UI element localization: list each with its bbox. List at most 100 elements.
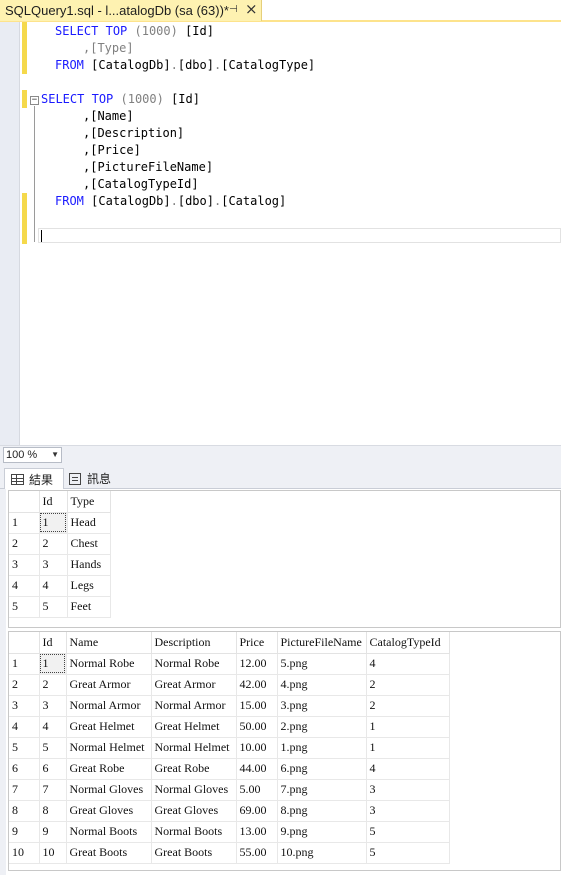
table-row[interactable]: 8 8 Great Gloves Great Gloves 69.00 8.png 3 [9, 800, 450, 822]
grid-cell[interactable]: 12.00 [236, 653, 278, 675]
grid-cell[interactable]: Normal Robe [66, 653, 152, 675]
result-grid-catalog[interactable]: Id Name Description Price PictureFileNam… [8, 631, 561, 871]
row-number[interactable]: 5 [9, 737, 40, 759]
grid-cell[interactable]: Normal Helmet [151, 737, 237, 759]
table-row[interactable]: 10 10 Great Boots Great Boots 55.00 10.png 5 [9, 842, 450, 864]
column-header-price[interactable]: Price [236, 632, 278, 654]
row-number[interactable]: 5 [9, 596, 40, 618]
grid-cell[interactable]: 69.00 [236, 800, 278, 822]
grid-cell[interactable]: 1.png [277, 737, 367, 759]
grid-cell[interactable]: Great Armor [66, 674, 152, 696]
grid-cell[interactable]: Legs [67, 575, 111, 597]
grid-cell[interactable]: 7 [39, 779, 67, 801]
grid-cell[interactable]: 5 [39, 596, 68, 618]
table-row[interactable]: 2 2 Chest [9, 533, 111, 555]
grid-cell[interactable]: 3 [366, 800, 450, 822]
grid-cell[interactable]: 1 [366, 716, 450, 738]
column-header-id[interactable]: Id [39, 491, 68, 513]
grid-cell[interactable]: Great Robe [66, 758, 152, 780]
table-row[interactable]: 3 3 Hands [9, 554, 111, 576]
grid-cell[interactable]: 8.png [277, 800, 367, 822]
grid-cell[interactable]: 4 [39, 575, 68, 597]
result-grid-catalog-type[interactable]: Id Type 1 1 Head 2 2 Chest 3 3 Hands 4 4 Legs 5 5 Feet [8, 490, 561, 628]
grid-cell[interactable]: 6.png [277, 758, 367, 780]
table-row[interactable]: 9 9 Normal Boots Normal Boots 13.00 9.png 5 [9, 821, 450, 843]
row-number[interactable]: 3 [9, 554, 40, 576]
sql-editor[interactable]: SELECT TOP (1000) [Id] ,[Type] FROM [Cat… [0, 22, 561, 445]
tab-results[interactable]: 結果 [4, 468, 64, 489]
tab-messages[interactable]: 訊息 [66, 468, 120, 489]
row-number[interactable]: 8 [9, 800, 40, 822]
query-document-tab[interactable]: SQLQuery1.sql - l...atalogDb (sa (63))* … [0, 0, 262, 21]
grid-cell[interactable]: 10.png [277, 842, 367, 864]
grid-cell[interactable]: 3 [366, 779, 450, 801]
grid-corner[interactable] [9, 632, 40, 654]
grid-cell[interactable]: Great Boots [66, 842, 152, 864]
table-row[interactable]: 1 1 Normal Robe Normal Robe 12.00 5.png 4 [9, 653, 450, 675]
grid-cell[interactable]: Chest [67, 533, 111, 555]
row-number[interactable]: 2 [9, 533, 40, 555]
grid-cell[interactable]: 2 [39, 674, 67, 696]
grid-cell[interactable]: 4.png [277, 674, 367, 696]
zoom-dropdown[interactable]: 100 % ▼ [3, 447, 62, 463]
grid-cell[interactable]: Great Helmet [66, 716, 152, 738]
grid-cell[interactable]: Normal Helmet [66, 737, 152, 759]
grid-cell[interactable]: 42.00 [236, 674, 278, 696]
grid-cell[interactable]: 44.00 [236, 758, 278, 780]
grid-cell[interactable]: Normal Robe [151, 653, 237, 675]
row-number[interactable]: 4 [9, 575, 40, 597]
grid-cell[interactable]: Great Helmet [151, 716, 237, 738]
column-header-description[interactable]: Description [151, 632, 237, 654]
table-row[interactable]: 3 3 Normal Armor Normal Armor 15.00 3.png 2 [9, 695, 450, 717]
grid-cell[interactable]: Feet [67, 596, 111, 618]
table-row[interactable]: 5 5 Feet [9, 596, 111, 618]
row-number[interactable]: 7 [9, 779, 40, 801]
grid-cell[interactable]: 5.png [277, 653, 367, 675]
grid-cell[interactable]: Great Boots [151, 842, 237, 864]
grid-cell[interactable]: Great Robe [151, 758, 237, 780]
grid-cell[interactable]: Great Gloves [151, 800, 237, 822]
grid-cell[interactable]: 15.00 [236, 695, 278, 717]
row-number[interactable]: 1 [9, 653, 40, 675]
table-row[interactable]: 5 5 Normal Helmet Normal Helmet 10.00 1.png 1 [9, 737, 450, 759]
table-row[interactable]: 4 4 Legs [9, 575, 111, 597]
grid-cell[interactable]: 4 [366, 653, 450, 675]
grid-cell[interactable]: Normal Armor [151, 695, 237, 717]
grid-cell[interactable]: 10 [39, 842, 67, 864]
collapse-region-icon[interactable]: − [30, 96, 39, 105]
grid-cell[interactable]: Normal Boots [66, 821, 152, 843]
grid-cell[interactable]: Head [67, 512, 111, 534]
grid-cell[interactable]: Normal Gloves [66, 779, 152, 801]
grid-cell[interactable]: Normal Gloves [151, 779, 237, 801]
grid-cell[interactable]: 5.00 [236, 779, 278, 801]
grid-cell[interactable]: 2 [39, 533, 68, 555]
grid-cell[interactable]: 2 [366, 674, 450, 696]
grid-corner[interactable] [9, 491, 40, 513]
grid-cell[interactable]: 5 [366, 821, 450, 843]
row-number[interactable]: 9 [9, 821, 40, 843]
grid-cell[interactable]: Normal Boots [151, 821, 237, 843]
grid-cell[interactable]: 8 [39, 800, 67, 822]
grid-cell[interactable]: 6 [39, 758, 67, 780]
grid-cell[interactable]: 2.png [277, 716, 367, 738]
column-header-id[interactable]: Id [39, 632, 67, 654]
table-row[interactable]: 4 4 Great Helmet Great Helmet 50.00 2.png 1 [9, 716, 450, 738]
column-header-type[interactable]: Type [67, 491, 111, 513]
close-icon[interactable]: × [245, 0, 258, 18]
column-header-catalogtypeid[interactable]: CatalogTypeId [366, 632, 450, 654]
row-number[interactable]: 1 [9, 512, 40, 534]
grid-cell[interactable]: 7.png [277, 779, 367, 801]
table-row[interactable]: 2 2 Great Armor Great Armor 42.00 4.png 2 [9, 674, 450, 696]
grid-cell[interactable]: Great Gloves [66, 800, 152, 822]
row-number[interactable]: 10 [9, 842, 40, 864]
table-row[interactable]: 6 6 Great Robe Great Robe 44.00 6.png 4 [9, 758, 450, 780]
grid-cell[interactable]: 3.png [277, 695, 367, 717]
column-header-name[interactable]: Name [66, 632, 152, 654]
grid-cell[interactable]: 1 [366, 737, 450, 759]
grid-cell[interactable]: 4 [366, 758, 450, 780]
grid-cell[interactable]: 3 [39, 554, 68, 576]
grid-cell[interactable]: 55.00 [236, 842, 278, 864]
grid-cell[interactable]: 1 [39, 653, 67, 675]
grid-cell[interactable]: 10.00 [236, 737, 278, 759]
table-row[interactable]: 7 7 Normal Gloves Normal Gloves 5.00 7.png 3 [9, 779, 450, 801]
